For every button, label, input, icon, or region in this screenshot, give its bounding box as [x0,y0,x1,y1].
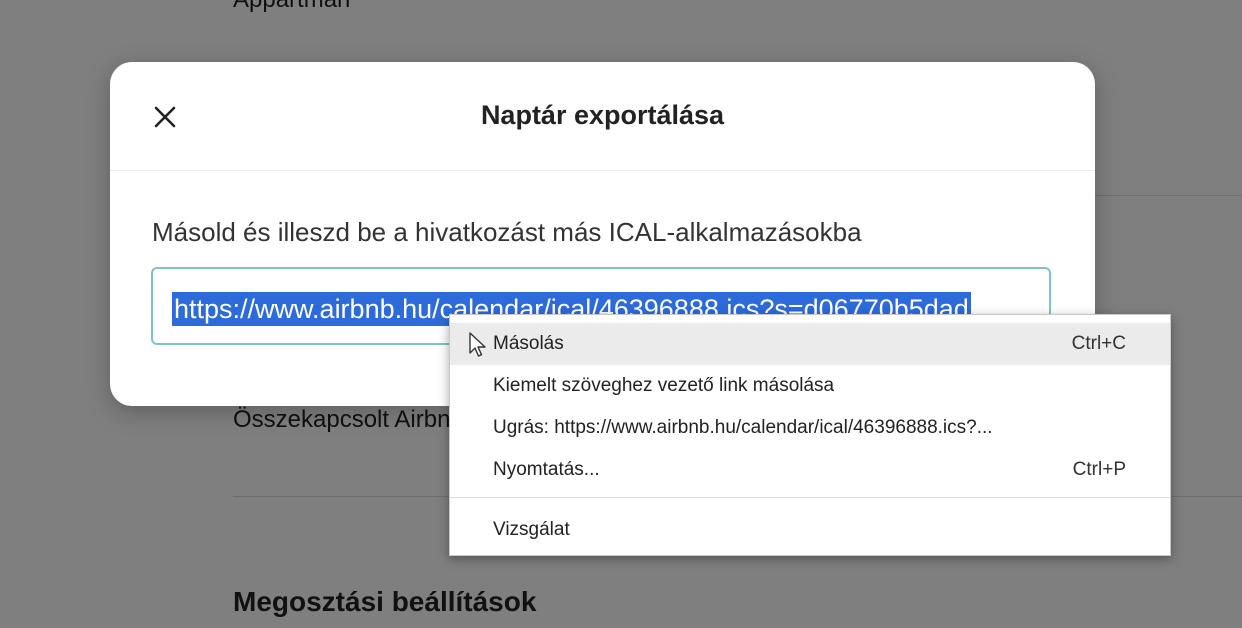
menu-item-label: Vizsgálat [493,519,570,540]
menu-item-label: Kiemelt szöveghez vezető link másolása [493,375,835,396]
menu-item-label: Nyomtatás... [493,459,600,480]
menu-item-label: Másolás [493,333,564,354]
menu-item-label: Ugrás: https://www.airbnb.hu/calendar/ic… [493,417,993,438]
mouse-cursor-icon [469,332,486,357]
context-menu: Másolás Ctrl+C Kiemelt szöveghez vezető … [449,314,1171,556]
dialog-title: Naptár exportálása [480,100,725,130]
menu-item-print[interactable]: Nyomtatás... Ctrl+P [450,449,1170,491]
dialog-header: Naptár exportálása [110,62,1095,171]
menu-item-go-to-link[interactable]: Ugrás: https://www.airbnb.hu/calendar/ic… [450,407,1170,449]
menu-separator [450,497,1170,498]
page: Appartman Összekapcsolt Airbnb-naptárak … [0,0,1242,628]
instruction-text: Másold és illeszd be a hivatkozást más I… [152,217,862,247]
menu-item-copy-link-to-highlight[interactable]: Kiemelt szöveghez vezető link másolása [450,365,1170,407]
menu-item-inspect[interactable]: Vizsgálat [450,509,1170,551]
menu-item-shortcut: Ctrl+P [1072,459,1126,480]
menu-item-copy[interactable]: Másolás Ctrl+C [450,323,1170,365]
menu-item-shortcut: Ctrl+C [1071,333,1126,354]
